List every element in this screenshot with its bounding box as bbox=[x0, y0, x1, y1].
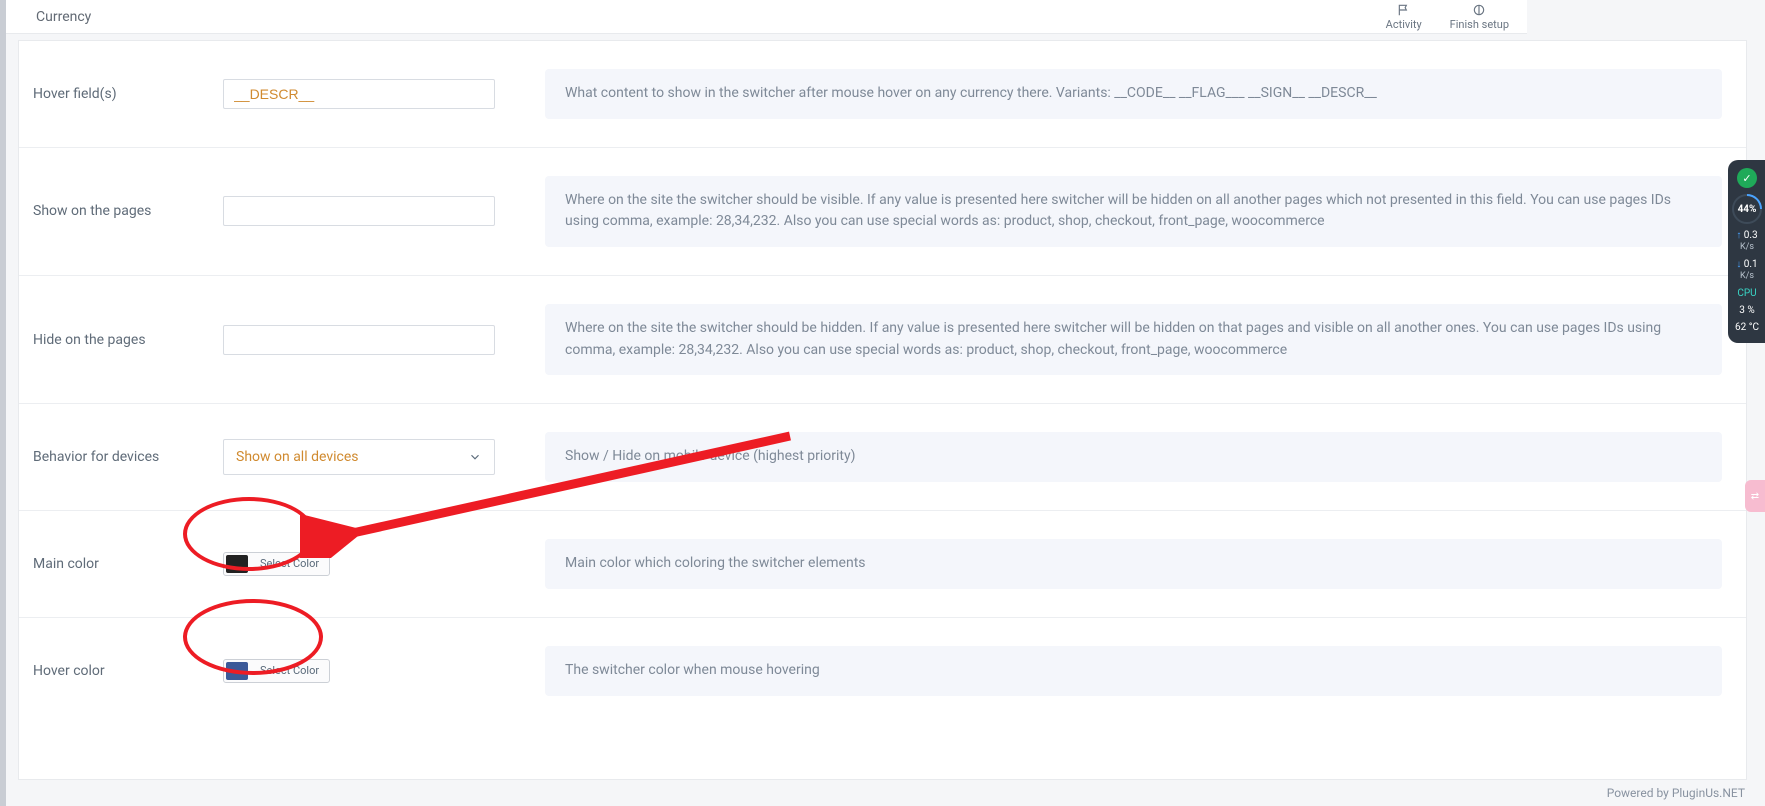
topbar-right: Activity Finish setup bbox=[1386, 3, 1509, 31]
left-gutter bbox=[0, 0, 6, 806]
hover-fields-input[interactable] bbox=[223, 79, 495, 109]
main-color-button-label: Select Color bbox=[252, 557, 327, 570]
row-hover-color: Hover color Select Color The switcher co… bbox=[19, 617, 1746, 724]
top-bar: Currency Activity Finish setup bbox=[6, 0, 1527, 34]
row-show-on-pages: Show on the pages Where on the site the … bbox=[19, 147, 1746, 275]
label-hide-on-pages: Hide on the pages bbox=[33, 332, 201, 348]
cpu-temp: 62 °C bbox=[1735, 322, 1759, 333]
label-hover-fields: Hover field(s) bbox=[33, 86, 201, 102]
hover-color-picker[interactable]: Select Color bbox=[223, 659, 330, 683]
row-hover-fields: Hover field(s) What content to show in t… bbox=[19, 41, 1746, 147]
main-color-swatch bbox=[226, 555, 248, 573]
help-main-color: Main color which coloring the switcher e… bbox=[545, 539, 1722, 589]
flag-icon bbox=[1395, 3, 1413, 17]
system-monitor-widget[interactable]: ✓ 44% ↑ 0.3K/s ↓ 0.1K/s CPU 3 % 62 °C bbox=[1728, 160, 1765, 343]
row-behavior: Behavior for devices Show on all devices… bbox=[19, 403, 1746, 510]
label-show-on-pages: Show on the pages bbox=[33, 203, 201, 219]
main-color-picker[interactable]: Select Color bbox=[223, 552, 330, 576]
settings-panel: Hover field(s) What content to show in t… bbox=[18, 40, 1747, 780]
label-main-color: Main color bbox=[33, 556, 201, 572]
cpu-percent: 3 % bbox=[1739, 305, 1754, 316]
upload-stat: ↑ 0.3K/s bbox=[1736, 230, 1757, 253]
show-on-pages-input[interactable] bbox=[223, 196, 495, 226]
finish-setup-label: Finish setup bbox=[1450, 18, 1509, 31]
activity-label: Activity bbox=[1386, 18, 1422, 31]
label-hover-color: Hover color bbox=[33, 663, 201, 679]
side-tab[interactable]: ⇄ bbox=[1745, 480, 1765, 512]
hover-color-swatch bbox=[226, 662, 248, 680]
activity-link[interactable]: Activity bbox=[1386, 3, 1422, 31]
help-show-on-pages: Where on the site the switcher should be… bbox=[545, 176, 1722, 247]
cpu-label: CPU bbox=[1737, 288, 1756, 299]
download-stat: ↓ 0.1K/s bbox=[1736, 259, 1757, 282]
gauge-value: 44% bbox=[1738, 204, 1757, 215]
circle-half-icon bbox=[1470, 3, 1488, 17]
row-main-color: Main color Select Color Main color which… bbox=[19, 510, 1746, 617]
help-behavior: Show / Hide on mobile device (highest pr… bbox=[545, 432, 1722, 482]
row-hide-on-pages: Hide on the pages Where on the site the … bbox=[19, 275, 1746, 403]
shield-check-icon: ✓ bbox=[1737, 168, 1757, 188]
usage-gauge: 44% bbox=[1732, 194, 1762, 224]
hide-on-pages-input[interactable] bbox=[223, 325, 495, 355]
hover-color-button-label: Select Color bbox=[252, 664, 327, 677]
behavior-selected: Show on all devices bbox=[236, 449, 358, 465]
help-hover-fields: What content to show in the switcher aft… bbox=[545, 69, 1722, 119]
label-behavior: Behavior for devices bbox=[33, 449, 201, 465]
footer-credit[interactable]: Powered by PluginUs.NET bbox=[1607, 786, 1745, 800]
behavior-select[interactable]: Show on all devices bbox=[223, 439, 495, 475]
help-hide-on-pages: Where on the site the switcher should be… bbox=[545, 304, 1722, 375]
page-title: Currency bbox=[36, 9, 91, 25]
finish-setup-link[interactable]: Finish setup bbox=[1450, 3, 1509, 31]
chevron-down-icon bbox=[468, 450, 482, 464]
help-hover-color: The switcher color when mouse hovering bbox=[545, 646, 1722, 696]
